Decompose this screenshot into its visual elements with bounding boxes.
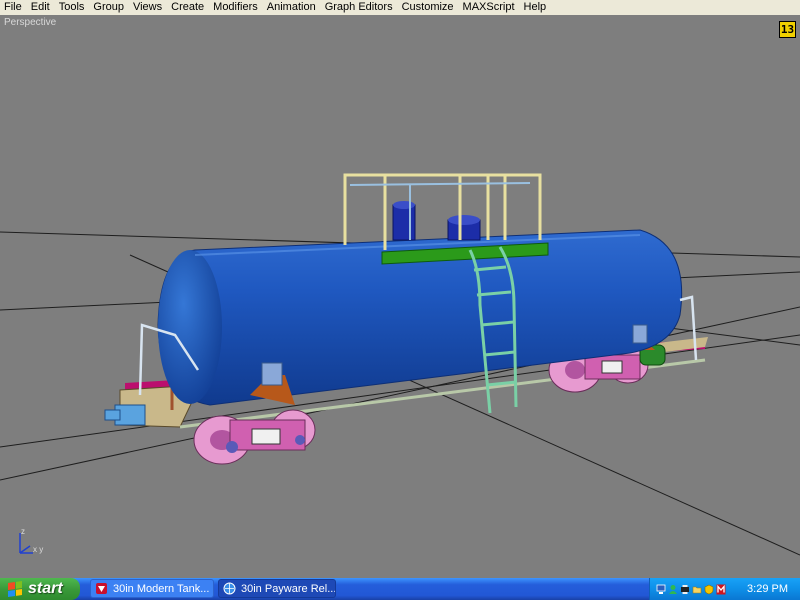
menu-maxscript[interactable]: MAXScript — [459, 0, 520, 15]
menu-create[interactable]: Create — [167, 0, 209, 15]
menu-edit[interactable]: Edit — [27, 0, 55, 15]
viewport-label[interactable]: Perspective — [4, 17, 56, 28]
taskbar-item-payware-rel[interactable]: 30in Payware Rel... — [218, 579, 336, 598]
viewport-navigation-icon[interactable]: 13 — [779, 21, 796, 38]
browser-icon — [223, 582, 236, 595]
archive-icon — [96, 583, 107, 594]
clock[interactable]: 3:29 PM — [747, 583, 788, 595]
menu-graph-editors[interactable]: Graph Editors — [321, 0, 398, 15]
tank-domes — [392, 201, 481, 241]
folder-icon[interactable] — [692, 584, 702, 595]
windows-logo-icon — [8, 581, 22, 597]
viewport-scene[interactable] — [0, 15, 800, 578]
menu-help[interactable]: Help — [520, 0, 552, 15]
menu-views[interactable]: Views — [129, 0, 167, 15]
taskbar: start 30in Modern Tank... 30in Payware R… — [0, 578, 800, 600]
menu-modifiers[interactable]: Modifiers — [209, 0, 263, 15]
menu-animation[interactable]: Animation — [263, 0, 321, 15]
taskbar-item-label: 30in Payware Rel... — [241, 582, 336, 595]
perspective-viewport[interactable]: Perspective z x y 13 — [0, 15, 800, 578]
antivirus-icon[interactable] — [716, 584, 726, 595]
taskbar-item-modern-tank[interactable]: 30in Modern Tank... — [90, 579, 214, 598]
network-icon[interactable] — [656, 584, 666, 595]
system-tray: 3:29 PM — [649, 578, 800, 600]
menu-bar: File Edit Tools Group Views Create Modif… — [0, 0, 800, 15]
viewport-navigation-icon-text: 13 — [780, 23, 795, 36]
axis-label-xy: x y — [33, 545, 44, 554]
security-icon[interactable] — [704, 584, 714, 595]
start-label: start — [28, 580, 63, 597]
printer-icon[interactable] — [680, 584, 690, 595]
menu-tools[interactable]: Tools — [55, 0, 90, 15]
menu-group[interactable]: Group — [89, 0, 129, 15]
axis-tripod — [19, 533, 33, 554]
top-railings-inner — [349, 182, 531, 240]
start-button[interactable]: start — [0, 578, 80, 600]
taskbar-item-label: 30in Modern Tank... — [113, 582, 210, 595]
axis-label-z: z — [21, 527, 25, 536]
messenger-icon[interactable] — [668, 584, 678, 595]
menu-customize[interactable]: Customize — [398, 0, 459, 15]
menu-file[interactable]: File — [0, 0, 27, 15]
